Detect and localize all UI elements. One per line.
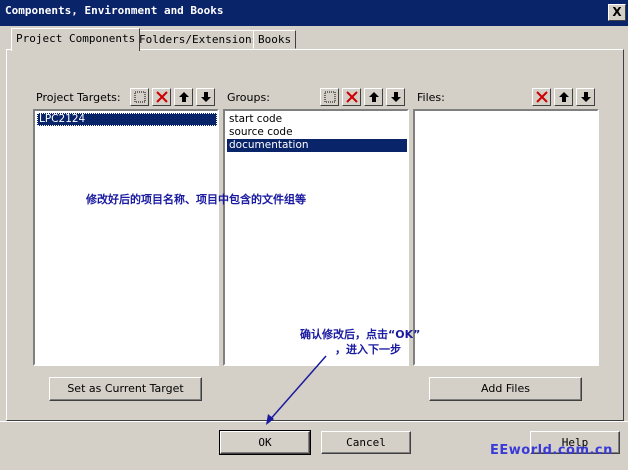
groups-new-button[interactable] [320,88,339,106]
move-down-icon [580,92,591,102]
annotation-bottom-line1: 确认修改后，点击“OK” [300,328,421,341]
move-up-icon [178,92,189,102]
set-current-target-button[interactable]: Set as Current Target [49,377,202,401]
list-item-target[interactable]: LPC2124 [37,113,217,126]
watermark: EEworld.com.cn [490,443,613,458]
list-item-group[interactable]: start code [227,113,284,126]
files-delete-button[interactable] [532,88,551,106]
tab-books[interactable]: Books [253,30,297,49]
new-icon [134,91,145,103]
groups-move-up-button[interactable] [364,88,383,106]
groups-delete-button[interactable] [342,88,361,106]
tab-project-components[interactable]: Project Components [11,28,141,51]
cancel-button[interactable]: Cancel [321,431,411,454]
move-down-icon [390,92,401,102]
files-move-down-button[interactable] [576,88,595,106]
project-targets-list[interactable]: LPC2124 [33,109,219,366]
move-up-icon [368,92,379,102]
targets-move-up-button[interactable] [174,88,193,106]
targets-move-down-button[interactable] [196,88,215,106]
ok-button[interactable]: OK [219,430,311,455]
list-item-group[interactable]: source code [227,126,295,139]
targets-new-button[interactable] [130,88,149,106]
project-targets-label: Project Targets: [36,91,121,104]
move-up-icon [558,92,569,102]
close-icon: X [612,5,622,19]
targets-delete-button[interactable] [152,88,171,106]
delete-icon [345,91,358,103]
annotation-middle: 修改好后的项目名称、项目中包含的文件组等 [86,193,306,206]
window-title: Components, Environment and Books [5,4,224,17]
move-down-icon [200,92,211,102]
groups-label: Groups: [227,91,270,104]
new-icon [324,91,335,103]
delete-icon [155,91,168,103]
files-move-up-button[interactable] [554,88,573,106]
delete-icon [535,91,548,103]
groups-move-down-button[interactable] [386,88,405,106]
tab-folders-extensions[interactable]: Folders/Extensions [134,30,264,49]
add-files-button[interactable]: Add Files [429,377,582,401]
separator [0,421,628,422]
annotation-bottom-line2: ，进入下一步 [335,343,401,356]
files-list[interactable] [413,109,599,366]
close-button[interactable]: X [608,4,626,21]
files-label: Files: [417,91,445,104]
list-item-group[interactable]: documentation [227,139,407,152]
